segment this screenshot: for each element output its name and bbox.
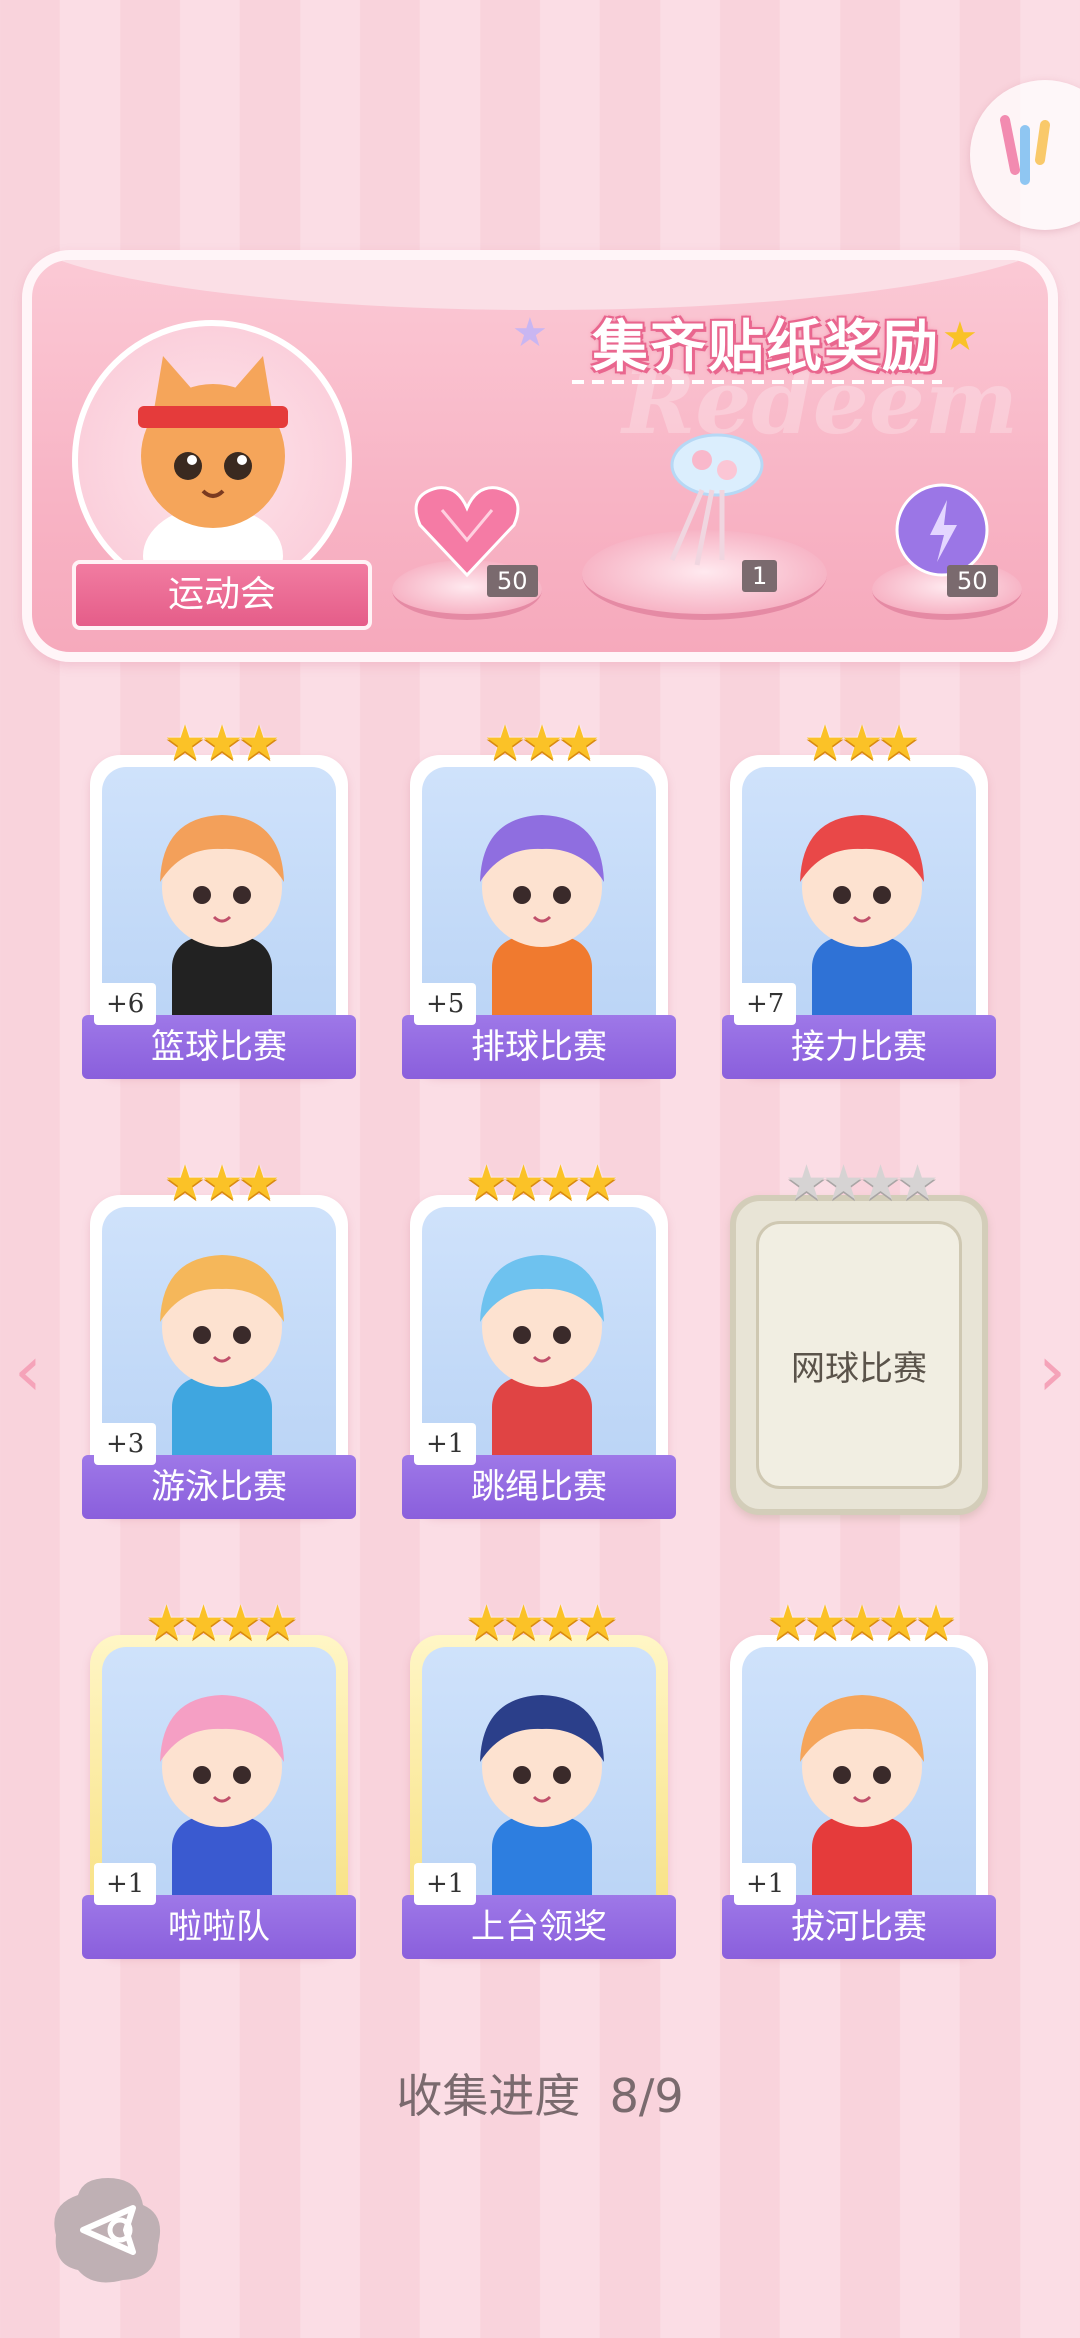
bouquet-icon[interactable] [642,430,772,570]
banner-title: 集齐贴纸奖励 [592,315,940,380]
sticker-bonus-badge: +5 [414,983,477,1025]
star-rating: ★★★ [410,715,668,771]
star-icon: ★ [859,1155,902,1211]
reward-count: 1 [742,560,778,592]
star-icon: ★ [512,310,548,356]
star-icon: ★ [501,1155,545,1211]
progress-label: 收集进度 [396,2069,581,2123]
star-icon: ★ [163,1155,206,1211]
sticker-card[interactable]: 篮球比赛 +6 ★★★ [82,715,356,1079]
star-icon: ★ [942,314,978,360]
sticker-card[interactable]: 排球比赛 +5 ★★★ [402,715,676,1079]
star-icon: ★ [821,1155,865,1211]
star-icon: ★ [766,1595,809,1651]
star-rating: ★★★★ [730,1155,988,1211]
back-button[interactable] [48,2170,168,2290]
dashed-divider [572,380,942,384]
star-icon: ★ [144,1595,188,1651]
star-icon: ★ [181,1595,225,1651]
star-icon: ★ [896,1155,939,1211]
star-icon: ★ [576,1155,619,1211]
sticker-bonus-badge: +1 [734,1863,797,1905]
star-icon: ★ [557,715,601,771]
sticker-card[interactable]: 游泳比赛 +3 ★★★ [82,1155,356,1519]
star-icon: ★ [464,1155,508,1211]
corner-menu-button[interactable] [970,80,1080,230]
star-rating: ★★★★ [410,1155,668,1211]
locked-sticker-frame: 网球比赛 [730,1195,988,1515]
sticker-card[interactable]: 网球比赛 ★★★★ [730,1155,988,1515]
next-page-arrow[interactable]: › [1038,1330,1066,1412]
sticker-bonus-badge: +1 [94,1863,157,1905]
sticker-card[interactable]: 拔河比赛 +1 ★★★★★ [722,1595,996,1959]
star-icon: ★ [803,1595,846,1651]
sticker-bonus-badge: +7 [734,983,797,1025]
paint-splash-icon [1000,115,1050,185]
star-rating: ★★★★ [410,1595,668,1651]
star-icon: ★ [539,1155,582,1211]
star-icon: ★ [840,1595,883,1651]
sticker-card[interactable]: 上台领奖 +1 ★★★★ [402,1595,676,1959]
star-icon: ★ [576,1595,619,1651]
sticker-card[interactable]: 跳绳比赛 +1 ★★★★ [402,1155,676,1519]
star-icon: ★ [237,1155,281,1211]
star-rating: ★★★★★ [730,1595,988,1651]
star-icon: ★ [464,1595,508,1651]
star-icon: ★ [200,715,243,771]
star-rating: ★★★★ [90,1595,348,1651]
sticker-bonus-badge: +1 [414,1863,477,1905]
reward-banner: Redeem ★ ★ 集齐贴纸奖励 运动会 50 1 50 [22,250,1058,662]
star-icon: ★ [877,1595,921,1651]
star-icon: ★ [877,715,921,771]
star-icon: ★ [914,1595,958,1651]
sticker-card[interactable]: 接力比赛 +7 ★★★ [722,715,996,1079]
previous-page-arrow[interactable]: ‹ [14,1330,42,1412]
event-name-label: 运动会 [72,560,372,630]
star-icon: ★ [483,715,526,771]
sticker-card[interactable]: 啦啦队 +1 ★★★★ [82,1595,356,1959]
star-rating: ★★★ [90,715,348,771]
star-icon: ★ [200,1155,243,1211]
back-icon [54,2178,161,2283]
sticker-name: 网球比赛 [791,1349,927,1389]
star-rating: ★★★ [730,715,988,771]
star-icon: ★ [237,715,281,771]
collection-progress: 收集进度 8/9 [0,2060,1080,2126]
star-icon: ★ [219,1595,262,1651]
progress-value: 8/9 [609,2069,684,2123]
star-icon: ★ [501,1595,545,1651]
star-icon: ★ [256,1595,299,1651]
event-mascot-avatar [72,320,352,606]
sticker-bonus-badge: +6 [94,983,157,1025]
star-icon: ★ [520,715,563,771]
star-icon: ★ [163,715,206,771]
star-rating: ★★★ [90,1155,348,1211]
star-icon: ★ [539,1595,582,1651]
reward-count: 50 [487,565,538,597]
star-icon: ★ [803,715,846,771]
reward-count: 50 [947,565,998,597]
sticker-bonus-badge: +3 [94,1423,157,1465]
star-icon: ★ [784,1155,828,1211]
sticker-bonus-badge: +1 [414,1423,477,1465]
star-icon: ★ [840,715,883,771]
